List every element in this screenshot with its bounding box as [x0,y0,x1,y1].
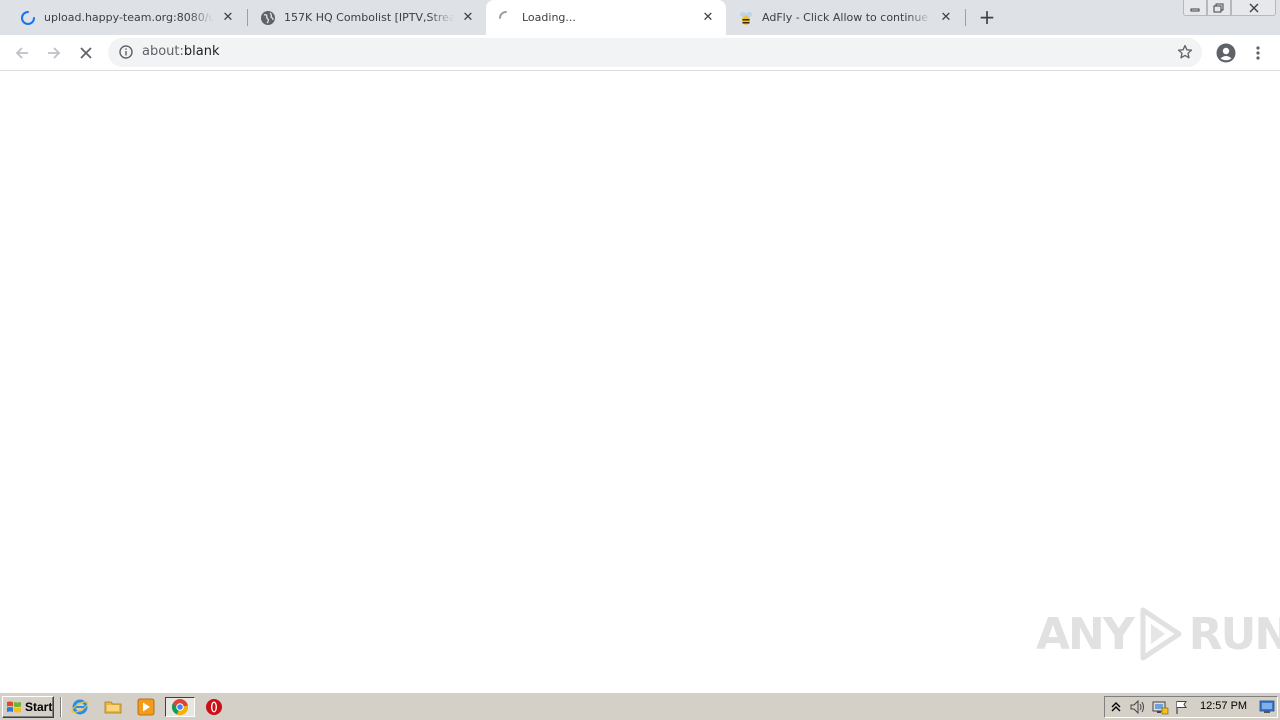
explorer-folder-icon[interactable] [102,697,124,717]
back-button[interactable] [9,40,35,66]
arrow-right-icon [48,47,61,59]
internet-explorer-icon[interactable] [69,697,91,717]
loading-spinner-gray-icon [498,10,514,26]
account-circle-icon [1216,43,1236,63]
tab-combolist[interactable]: 157K HQ Combolist [IPTV,Stream,Ga ✕ [248,0,486,35]
minimize-icon [1190,8,1200,11]
browser-menu-button[interactable] [1250,41,1266,65]
loading-spinner-blue-icon [20,10,36,26]
star-icon[interactable] [1176,43,1194,61]
media-player-icon[interactable] [135,697,157,717]
tab-title: 157K HQ Combolist [IPTV,Stream,Ga [284,11,454,24]
tab-title: AdFly - Click Allow to continue [762,11,929,24]
network-icon[interactable] [1149,697,1171,717]
tab-separator [965,9,966,26]
play-logo-icon [1140,607,1182,661]
chrome-icon[interactable] [165,697,195,717]
address-host: blank [183,44,220,59]
show-desktop-icon[interactable] [1258,699,1276,715]
window-minimize-button[interactable] [1183,0,1207,16]
profile-button[interactable] [1214,41,1238,65]
system-tray [1104,696,1278,718]
start-label: Start [25,700,53,714]
anyrun-watermark: ANY RUN [1036,606,1280,662]
plus-icon: + [978,5,996,29]
watermark-text-right: RUN [1188,608,1280,660]
start-button[interactable]: Start [2,696,54,718]
watermark-text-left: ANY [1036,608,1135,660]
tray-expand-icon[interactable] [1105,697,1127,717]
kebab-menu-icon [1256,46,1260,60]
tab-close-icon[interactable]: ✕ [700,10,716,26]
page-content-blank [0,72,1280,692]
tab-close-icon[interactable]: ✕ [938,10,954,26]
stop-x-icon [80,47,92,59]
forward-button[interactable] [41,40,67,66]
new-tab-button[interactable]: + [976,6,998,28]
tab-upload-happy-team[interactable]: upload.happy-team.org:8080/upser ✕ [8,0,246,35]
close-icon [1249,3,1258,12]
taskbar-clock[interactable]: 12:57 PM [1200,700,1247,712]
arrow-left-icon [15,47,28,59]
address-bar[interactable]: about:blank [108,38,1202,67]
address-text[interactable]: about:blank [142,44,220,59]
stop-button[interactable] [73,40,99,66]
tab-strip: upload.happy-team.org:8080/upser ✕ 157K … [0,0,1280,35]
volume-icon[interactable] [1127,697,1149,717]
windows-flag-icon [7,701,21,713]
tab-title: Loading... [522,11,576,24]
window-restore-button[interactable] [1207,0,1231,16]
globe-icon [260,10,276,26]
tab-adfly[interactable]: AdFly - Click Allow to continue ✕ [726,0,964,35]
browser-toolbar: about:blank [0,35,1280,71]
tab-loading-active[interactable]: Loading... ✕ [486,0,726,35]
windows-taskbar: Start 12:57 PM [0,692,1280,720]
info-icon[interactable] [118,44,134,60]
adfly-bee-icon [738,10,754,26]
tab-close-icon[interactable]: ✕ [460,10,476,26]
opera-icon[interactable] [203,697,225,717]
window-close-button[interactable] [1231,0,1276,16]
tab-title: upload.happy-team.org:8080/upser [44,11,214,24]
maximize-icon [1213,3,1224,12]
address-scheme: about: [142,44,184,59]
action-center-flag-icon[interactable] [1171,697,1193,717]
taskbar-separator [60,697,62,717]
tab-close-icon[interactable]: ✕ [220,10,236,26]
